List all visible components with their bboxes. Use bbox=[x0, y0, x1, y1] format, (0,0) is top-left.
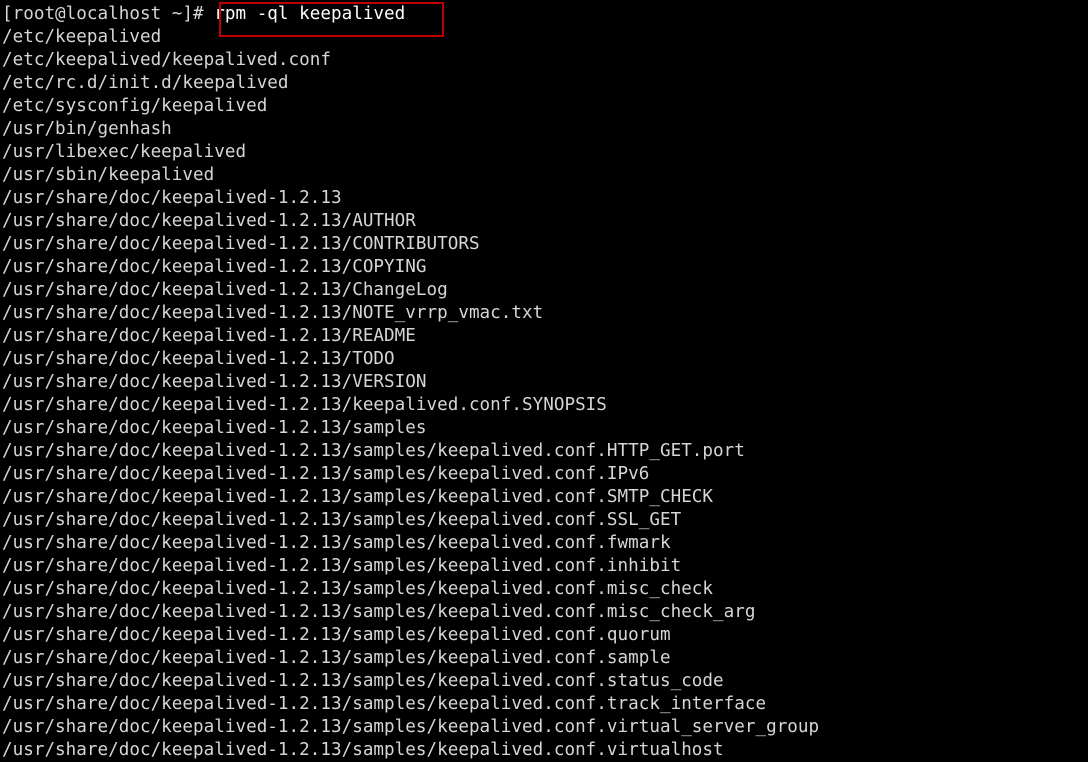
output-line: /usr/share/doc/keepalived-1.2.13 bbox=[2, 188, 342, 208]
output-line: /usr/share/doc/keepalived-1.2.13/VERSION bbox=[2, 372, 427, 392]
terminal-screen[interactable]: [root@localhost ~]# rpm -ql keepalived /… bbox=[2, 3, 1088, 762]
shell-prompt: [root@localhost ~]# bbox=[2, 4, 215, 24]
command-prompt-line: [root@localhost ~]# rpm -ql keepalived bbox=[2, 3, 1088, 26]
output-line: /usr/share/doc/keepalived-1.2.13/samples… bbox=[2, 487, 714, 507]
output-line: /etc/rc.d/init.d/keepalived bbox=[2, 73, 289, 93]
output-line: /usr/share/doc/keepalived-1.2.13/samples… bbox=[2, 441, 745, 461]
terminal-window[interactable]: [root@localhost ~]# rpm -ql keepalived /… bbox=[0, 0, 1088, 762]
output-line: /usr/share/doc/keepalived-1.2.13/samples… bbox=[2, 510, 682, 530]
output-line: /etc/keepalived bbox=[2, 27, 162, 47]
output-line: /usr/share/doc/keepalived-1.2.13/samples… bbox=[2, 717, 820, 737]
command-output: /etc/keepalived/etc/keepalived/keepalive… bbox=[2, 26, 1088, 762]
output-line: /usr/share/doc/keepalived-1.2.13/samples… bbox=[2, 671, 724, 691]
output-line: /usr/share/doc/keepalived-1.2.13/TODO bbox=[2, 349, 395, 369]
output-line: /usr/share/doc/keepalived-1.2.13/samples… bbox=[2, 740, 724, 760]
output-line: /usr/sbin/keepalived bbox=[2, 165, 215, 185]
output-line: /usr/libexec/keepalived bbox=[2, 142, 247, 162]
output-line: /etc/sysconfig/keepalived bbox=[2, 96, 268, 116]
output-line: /usr/share/doc/keepalived-1.2.13/samples… bbox=[2, 533, 671, 553]
output-line: /usr/share/doc/keepalived-1.2.13/samples… bbox=[2, 556, 682, 576]
output-line: /usr/share/doc/keepalived-1.2.13/samples bbox=[2, 418, 427, 438]
output-line: /usr/share/doc/keepalived-1.2.13/samples… bbox=[2, 694, 767, 714]
output-line: /usr/share/doc/keepalived-1.2.13/samples… bbox=[2, 579, 714, 599]
output-line: /usr/share/doc/keepalived-1.2.13/samples… bbox=[2, 602, 756, 622]
output-line: /usr/share/doc/keepalived-1.2.13/CONTRIB… bbox=[2, 234, 480, 254]
command-input[interactable]: rpm -ql keepalived bbox=[214, 4, 405, 24]
output-line: /usr/bin/genhash bbox=[2, 119, 172, 139]
output-line: /usr/share/doc/keepalived-1.2.13/AUTHOR bbox=[2, 211, 416, 231]
output-line: /usr/share/doc/keepalived-1.2.13/COPYING bbox=[2, 257, 427, 277]
output-line: /usr/share/doc/keepalived-1.2.13/samples… bbox=[2, 464, 650, 484]
output-line: /usr/share/doc/keepalived-1.2.13/README bbox=[2, 326, 416, 346]
output-line: /usr/share/doc/keepalived-1.2.13/samples… bbox=[2, 648, 671, 668]
output-line: /etc/keepalived/keepalived.conf bbox=[2, 50, 331, 70]
output-line: /usr/share/doc/keepalived-1.2.13/samples… bbox=[2, 625, 671, 645]
output-line: /usr/share/doc/keepalived-1.2.13/ChangeL… bbox=[2, 280, 448, 300]
output-line: /usr/share/doc/keepalived-1.2.13/NOTE_vr… bbox=[2, 303, 544, 323]
output-line: /usr/share/doc/keepalived-1.2.13/keepali… bbox=[2, 395, 607, 415]
